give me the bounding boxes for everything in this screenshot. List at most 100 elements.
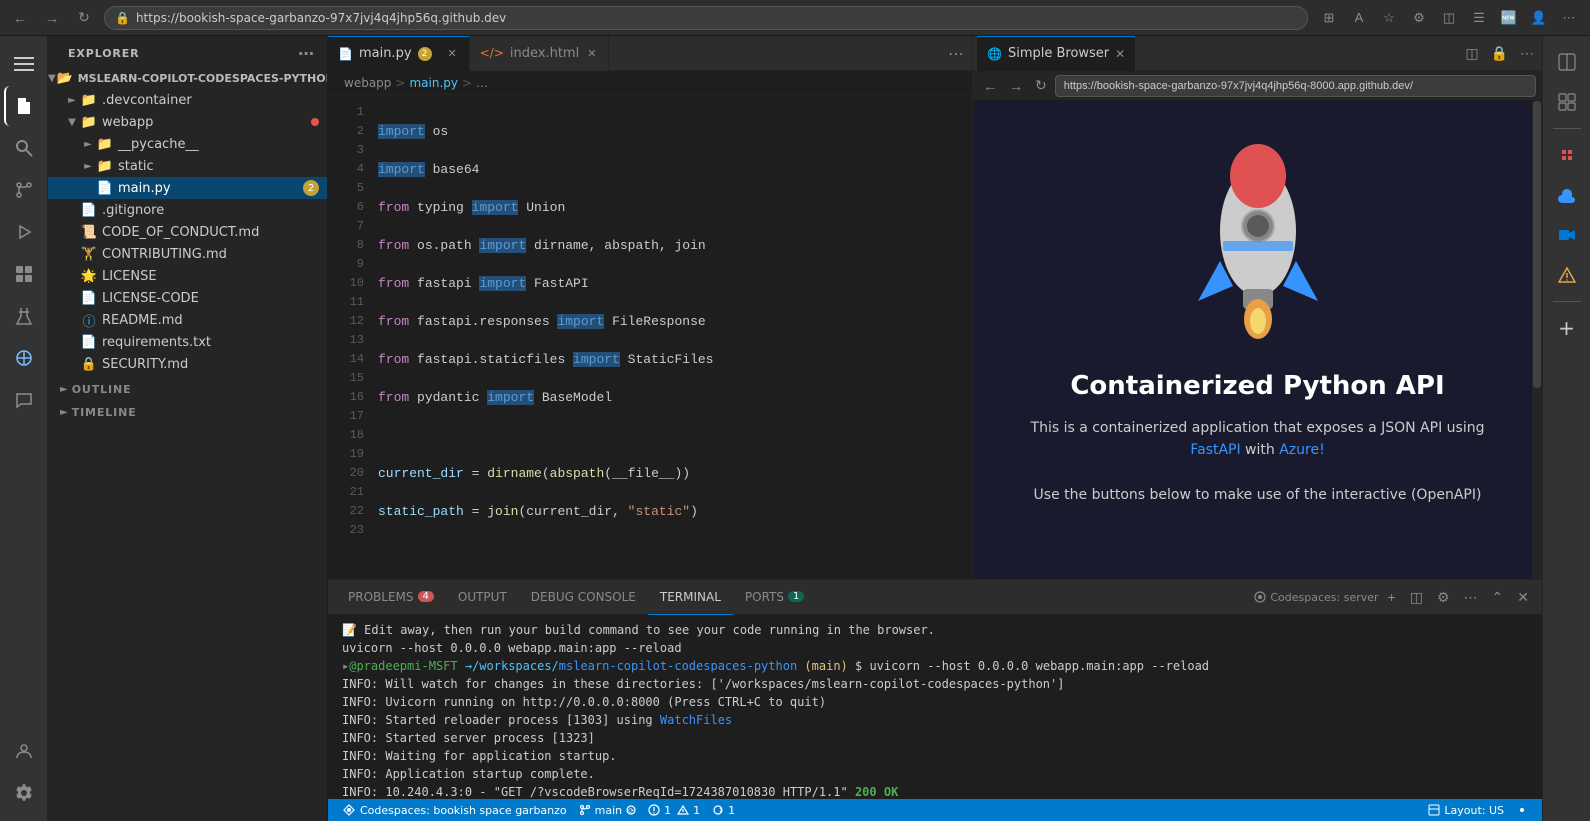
rs-add-icon[interactable]: + bbox=[1549, 310, 1585, 346]
sb-more-icon[interactable]: ⋯ bbox=[1516, 43, 1538, 64]
sidebar-item-devcontainer[interactable]: ► 📁 .devcontainer bbox=[48, 89, 327, 111]
grid-icon[interactable]: ⊞ bbox=[1316, 5, 1342, 31]
editor-tabs-more[interactable]: ⋯ bbox=[940, 44, 972, 63]
font-icon[interactable]: A bbox=[1346, 5, 1372, 31]
forward-button[interactable]: → bbox=[40, 6, 64, 30]
browser-topbar: ← → ↻ 🔒 https://bookish-space-garbanzo-9… bbox=[0, 0, 1590, 36]
add-terminal-btn[interactable]: + bbox=[1383, 587, 1401, 607]
terminal-body[interactable]: 📝 Edit away, then run your build command… bbox=[328, 615, 1542, 799]
sb-webpage: Containerized Python API This is a conta… bbox=[973, 101, 1542, 579]
sb-split-icon[interactable]: ◫ bbox=[1461, 43, 1482, 64]
bookmark-icon[interactable]: ☰ bbox=[1466, 5, 1492, 31]
terminal-collapse-btn[interactable]: ⌃ bbox=[1487, 587, 1509, 608]
activity-extensions[interactable] bbox=[4, 254, 44, 294]
panel-tabs: PROBLEMS 4 OUTPUT DEBUG CONSOLE TERMINAL… bbox=[328, 580, 1542, 615]
status-sync[interactable]: 1 bbox=[706, 799, 741, 821]
mainpy-tab-badge: 2 bbox=[418, 47, 432, 61]
activity-chat[interactable] bbox=[4, 380, 44, 420]
sb-address-input[interactable] bbox=[1055, 75, 1536, 97]
terminal-kebab-btn[interactable]: ⋯ bbox=[1459, 587, 1483, 608]
panel-tab-ports[interactable]: PORTS 1 bbox=[733, 580, 816, 615]
sidebar-item-gitignore[interactable]: ► 📄 .gitignore bbox=[48, 199, 327, 221]
refresh-button[interactable]: ↻ bbox=[72, 6, 96, 30]
panel-tab-problems[interactable]: PROBLEMS 4 bbox=[336, 580, 446, 615]
sidebar-item-security[interactable]: ► 🔒 SECURITY.md bbox=[48, 353, 327, 375]
sidebar-root-folder[interactable]: ▼ 📂 MSLEARN-COPILOT-CODESPACES-PYTHON [C… bbox=[48, 67, 327, 89]
sb-close-btn[interactable]: ✕ bbox=[1115, 47, 1125, 61]
activity-test[interactable] bbox=[4, 296, 44, 336]
rs-grid-icon[interactable] bbox=[1549, 84, 1585, 120]
sidebar-item-readme[interactable]: ► ⓘ README.md bbox=[48, 309, 327, 331]
panel-tab-debug[interactable]: DEBUG CONSOLE bbox=[519, 580, 648, 615]
activity-account[interactable] bbox=[4, 731, 44, 771]
status-errors[interactable]: 1 1 bbox=[642, 799, 706, 821]
breadcrumb-bar: webapp > main.py > … bbox=[328, 71, 972, 95]
panel-tab-output[interactable]: OUTPUT bbox=[446, 580, 519, 615]
indexhtml-tab-close[interactable]: ✕ bbox=[585, 46, 598, 61]
sidebar-item-mainpy[interactable]: ► 📄 main.py 2 bbox=[48, 177, 327, 199]
split-terminal-btn[interactable]: ◫ bbox=[1405, 587, 1428, 608]
terminal-line-6: INFO: Started reloader process [1303] us… bbox=[342, 711, 1528, 729]
panel-tab-terminal[interactable]: TERMINAL bbox=[648, 580, 733, 615]
activity-search[interactable] bbox=[4, 128, 44, 168]
webapp-modified-dot bbox=[311, 118, 319, 126]
rs-extension-red[interactable] bbox=[1549, 137, 1585, 173]
sidebar-content: ▼ 📂 MSLEARN-COPILOT-CODESPACES-PYTHON [C… bbox=[48, 67, 327, 821]
terminal-settings-btn[interactable]: ⚙ bbox=[1432, 587, 1455, 608]
sidebar-item-pycache[interactable]: ► 📁 __pycache__ bbox=[48, 133, 327, 155]
status-codespaces[interactable]: Codespaces: bookish space garbanzo bbox=[336, 799, 573, 821]
outline-section[interactable]: ► OUTLINE bbox=[48, 375, 327, 398]
rs-outlook-icon[interactable] bbox=[1549, 217, 1585, 253]
star-icon[interactable]: ☆ bbox=[1376, 5, 1402, 31]
sidebar-more-icon[interactable]: ⋯ bbox=[298, 44, 315, 63]
settings-icon[interactable]: ⚙ bbox=[1406, 5, 1432, 31]
sidebar: EXPLORER ⋯ ▼ 📂 MSLEARN-COPILOT-CODESPACE… bbox=[48, 36, 328, 821]
sidebar-item-license[interactable]: ► 🌟 LICENSE bbox=[48, 265, 327, 287]
sb-tab-active[interactable]: 🌐 Simple Browser ✕ bbox=[977, 36, 1135, 71]
address-bar[interactable]: 🔒 https://bookish-space-garbanzo-97x7jvj… bbox=[104, 6, 1308, 30]
mainpy-badge: 2 bbox=[303, 180, 319, 196]
tab-indexhtml[interactable]: </> index.html ✕ bbox=[470, 36, 610, 71]
mainpy-tab-close[interactable]: ✕ bbox=[446, 46, 459, 61]
status-branch[interactable]: main ⟳ bbox=[573, 799, 642, 821]
activity-menu[interactable] bbox=[4, 44, 44, 84]
address-text: https://bookish-space-garbanzo-97x7jvj4q… bbox=[136, 11, 506, 25]
extension-icon[interactable]: 🆕 bbox=[1496, 5, 1522, 31]
timeline-section[interactable]: ► TIMELINE bbox=[48, 398, 327, 421]
tab-mainpy[interactable]: 📄 main.py 2 ✕ bbox=[328, 36, 470, 71]
sb-back-btn[interactable]: ← bbox=[979, 76, 1001, 96]
sidebar-item-webapp[interactable]: ▼ 📁 webapp bbox=[48, 111, 327, 133]
rocket-illustration bbox=[1168, 141, 1348, 341]
activity-manage[interactable] bbox=[4, 773, 44, 813]
fastapi-link[interactable]: FastAPI bbox=[1190, 442, 1240, 458]
sidebar-item-code-of-conduct[interactable]: ► 📜 CODE_OF_CONDUCT.md bbox=[48, 221, 327, 243]
problems-badge: 4 bbox=[418, 591, 434, 602]
code-content[interactable]: import os import base64 from typing impo… bbox=[374, 95, 972, 579]
more-icon[interactable]: ⋯ bbox=[1556, 5, 1582, 31]
sidebar-item-license-code[interactable]: ► 📄 LICENSE-CODE bbox=[48, 287, 327, 309]
sidebar-item-static[interactable]: ► 📁 static bbox=[48, 155, 327, 177]
rs-cloud-blue[interactable] bbox=[1549, 177, 1585, 213]
sb-lock-icon[interactable]: 🔒 bbox=[1487, 43, 1512, 64]
activity-source-control[interactable] bbox=[4, 170, 44, 210]
sidebar-item-requirements[interactable]: ► 📄 requirements.txt bbox=[48, 331, 327, 353]
mainpy-tab-icon: 📄 bbox=[338, 47, 353, 61]
sb-page-title: Containerized Python API bbox=[1070, 371, 1444, 401]
sb-scrollbar[interactable] bbox=[1532, 101, 1542, 579]
sb-scrollbar-thumb[interactable] bbox=[1533, 101, 1541, 388]
sb-refresh-btn[interactable]: ↻ bbox=[1031, 75, 1051, 96]
azure-link[interactable]: Azure! bbox=[1279, 442, 1324, 458]
terminal-close-btn[interactable]: ✕ bbox=[1512, 587, 1534, 608]
user-icon[interactable]: 👤 bbox=[1526, 5, 1552, 31]
sb-forward-btn[interactable]: → bbox=[1005, 76, 1027, 96]
rs-warning-icon[interactable] bbox=[1549, 257, 1585, 293]
rs-split-icon[interactable] bbox=[1549, 44, 1585, 80]
status-settings[interactable] bbox=[1510, 799, 1534, 821]
back-button[interactable]: ← bbox=[8, 6, 32, 30]
activity-debug[interactable] bbox=[4, 212, 44, 252]
activity-explorer[interactable] bbox=[4, 86, 44, 126]
status-layout[interactable]: Layout: US bbox=[1422, 799, 1510, 821]
split-icon[interactable]: ◫ bbox=[1436, 5, 1462, 31]
activity-remote[interactable] bbox=[4, 338, 44, 378]
sidebar-item-contributing[interactable]: ► 🏋 CONTRIBUTING.md bbox=[48, 243, 327, 265]
